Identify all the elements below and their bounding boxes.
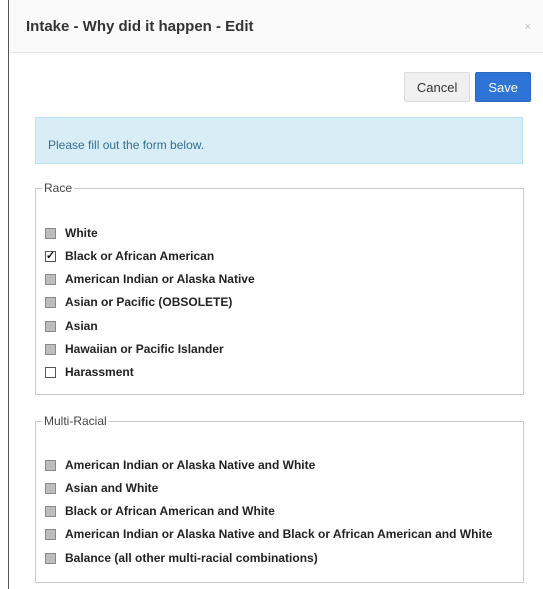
checkbox-disabled [45,528,56,540]
edit-modal: Intake - Why did it happen - Edit × Canc… [10,0,543,589]
race-option-asian-pacific[interactable]: Asian or Pacific (OBSOLETE) [45,295,232,309]
checkbox-disabled [45,459,56,471]
cancel-button[interactable]: Cancel [403,72,471,102]
modal-title: Intake - Why did it happen - Edit [26,18,254,35]
option-label: Hawaiian or Pacific Islander [65,342,224,356]
race-fieldset: Race White ✓ Black or African American A… [35,181,524,395]
option-label: Asian or Pacific (OBSOLETE) [65,295,233,309]
option-label: American Indian or Alaska Native and Whi… [65,458,316,472]
option-label: White [65,226,98,240]
option-label: Asian and White [65,481,159,495]
checkbox-disabled [45,505,56,517]
checkbox-disabled [45,482,56,494]
checkbox-disabled [45,296,56,308]
race-legend: Race [44,181,73,195]
multi-option-asian-white[interactable]: Asian and White [45,481,158,495]
modal-toolbar: Cancel Save [403,72,531,102]
checkbox-checked[interactable]: ✓ [45,250,56,262]
checkbox-disabled [45,343,56,355]
multi-option-balance[interactable]: Balance (all other multi-racial combinat… [45,551,318,565]
option-label: American Indian or Alaska Native and Bla… [65,527,493,541]
race-option-black[interactable]: ✓ Black or African American [45,249,214,263]
multi-racial-fieldset: Multi-Racial American Indian or Alaska N… [35,414,524,583]
window-edge-line [8,0,9,589]
option-label: American Indian or Alaska Native [65,272,255,286]
multi-option-black-white[interactable]: Black or African American and White [45,504,275,518]
option-label: Black or African American and White [65,504,275,518]
multi-racial-legend: Multi-Racial [44,414,107,428]
option-label: Asian [65,319,98,333]
option-label: Balance (all other multi-racial combinat… [65,551,318,565]
race-option-asian[interactable]: Asian [45,319,98,333]
option-label: Black or African American [65,249,215,263]
multi-option-indian-white[interactable]: American Indian or Alaska Native and Whi… [45,458,315,472]
save-button[interactable]: Save [475,72,531,102]
race-option-white[interactable]: White [45,226,98,240]
race-option-american-indian[interactable]: American Indian or Alaska Native [45,272,255,286]
checkbox-disabled [45,552,56,564]
modal-header: Intake - Why did it happen - Edit × [10,0,543,53]
race-option-hawaiian[interactable]: Hawaiian or Pacific Islander [45,342,224,356]
info-alert: Please fill out the form below. [35,117,523,164]
option-label: Harassment [65,365,134,379]
checkbox-unchecked[interactable] [45,366,56,378]
multi-option-indian-black-white[interactable]: American Indian or Alaska Native and Bla… [45,527,492,541]
close-icon[interactable]: × [525,21,531,33]
checkbox-disabled [45,273,56,285]
checkbox-disabled [45,320,56,332]
checkbox-disabled [45,227,56,239]
race-option-harassment[interactable]: Harassment [45,365,134,379]
